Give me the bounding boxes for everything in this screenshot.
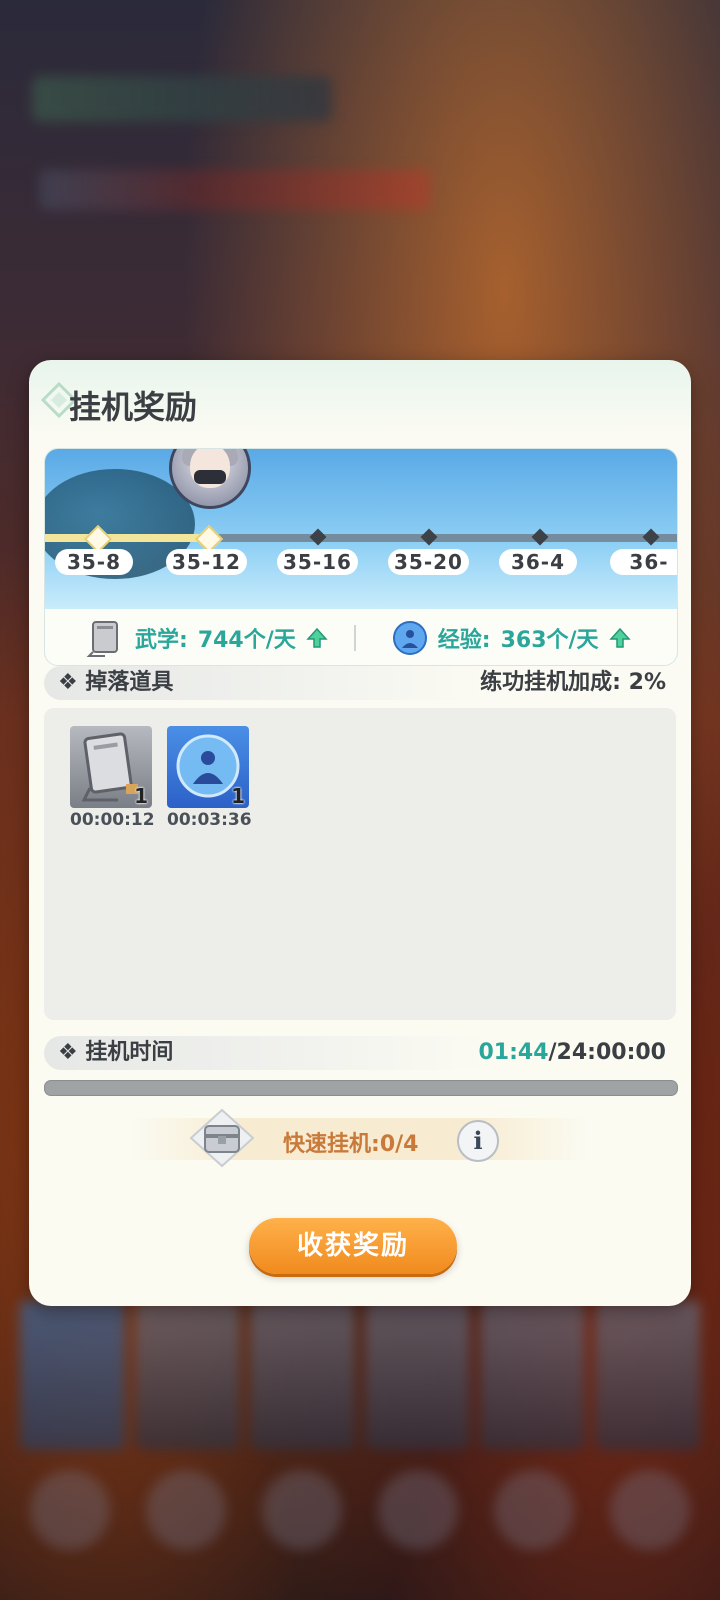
- drop-count: 1: [231, 784, 245, 808]
- drop-item[interactable]: 1 00:00:12: [70, 726, 155, 830]
- chest-icon: [189, 1108, 255, 1168]
- idle-time-title: ❖ 挂机时间: [58, 1040, 174, 1065]
- training-bonus: 练功挂机加成: 2%: [480, 666, 666, 700]
- collect-reward-button[interactable]: 收获奖励: [249, 1218, 457, 1274]
- stage-label: 35-12: [166, 549, 247, 575]
- quick-idle-count: 0/4: [379, 1132, 419, 1157]
- up-arrow-icon: [306, 627, 328, 648]
- wuxue-value: 744个/天: [197, 628, 296, 653]
- drop-time: 00:03:36: [167, 810, 252, 830]
- stage-label: 35-16: [277, 549, 358, 575]
- quick-idle-label: 快速挂机:0/4: [283, 1132, 419, 1157]
- wuxue-label: 武学:: [135, 628, 188, 653]
- stage-sky: [45, 449, 677, 609]
- idle-time-section-header: ❖ 挂机时间 01:44/24:00:00: [44, 1036, 676, 1070]
- drop-item[interactable]: 1 00:03:36: [167, 726, 252, 830]
- drop-count: 1: [134, 784, 148, 808]
- exp-value: 363个/天: [500, 628, 599, 653]
- idle-time-current: 01:44: [478, 1040, 549, 1065]
- background-power-bar: [40, 170, 430, 210]
- idle-reward-dialog: 挂机奖励 35-8 35-12 35-16 35-20 36-4 36- 武学:…: [29, 360, 691, 1306]
- rate-row: 武学: 744个/天 经验: 363个/天: [45, 611, 677, 665]
- stage-track-progress: [45, 534, 207, 542]
- background-hud: [32, 76, 332, 122]
- idle-time-value: 01:44/24:00:00: [478, 1036, 666, 1070]
- stage-label: 36-: [610, 549, 677, 575]
- background-cards: [20, 1300, 700, 1450]
- idle-time-progress-bar: [44, 1080, 678, 1096]
- stage-progress-panel: 35-8 35-12 35-16 35-20 36-4 36- 武学: 744个…: [44, 448, 678, 666]
- idle-time-max: /24:00:00: [548, 1040, 666, 1065]
- exp-rate: 经验: 363个/天: [392, 620, 631, 656]
- training-bonus-label: 练功挂机加成:: [480, 670, 621, 695]
- stage-label: 35-8: [55, 549, 133, 575]
- drops-area: 1 00:00:12 1 00:03:36: [44, 708, 676, 1020]
- stage-label: 36-4: [499, 549, 577, 575]
- exp-orb-icon: [392, 621, 427, 655]
- training-bonus-value: 2%: [628, 670, 666, 695]
- drops-section-header: ❖ 掉落道具 练功挂机加成: 2%: [44, 666, 676, 700]
- stage-label: 35-20: [388, 549, 469, 575]
- wuxue-rate: 武学: 744个/天: [85, 618, 328, 658]
- dialog-title: 挂机奖励: [69, 388, 198, 426]
- drops-title: ❖ 掉落道具: [58, 670, 174, 695]
- info-button[interactable]: i: [457, 1120, 499, 1162]
- book-icon: [86, 621, 118, 657]
- up-arrow-icon: [608, 627, 631, 648]
- exp-label: 经验:: [437, 628, 491, 653]
- background-nav: [30, 1470, 690, 1560]
- drop-time: 00:00:12: [70, 810, 155, 830]
